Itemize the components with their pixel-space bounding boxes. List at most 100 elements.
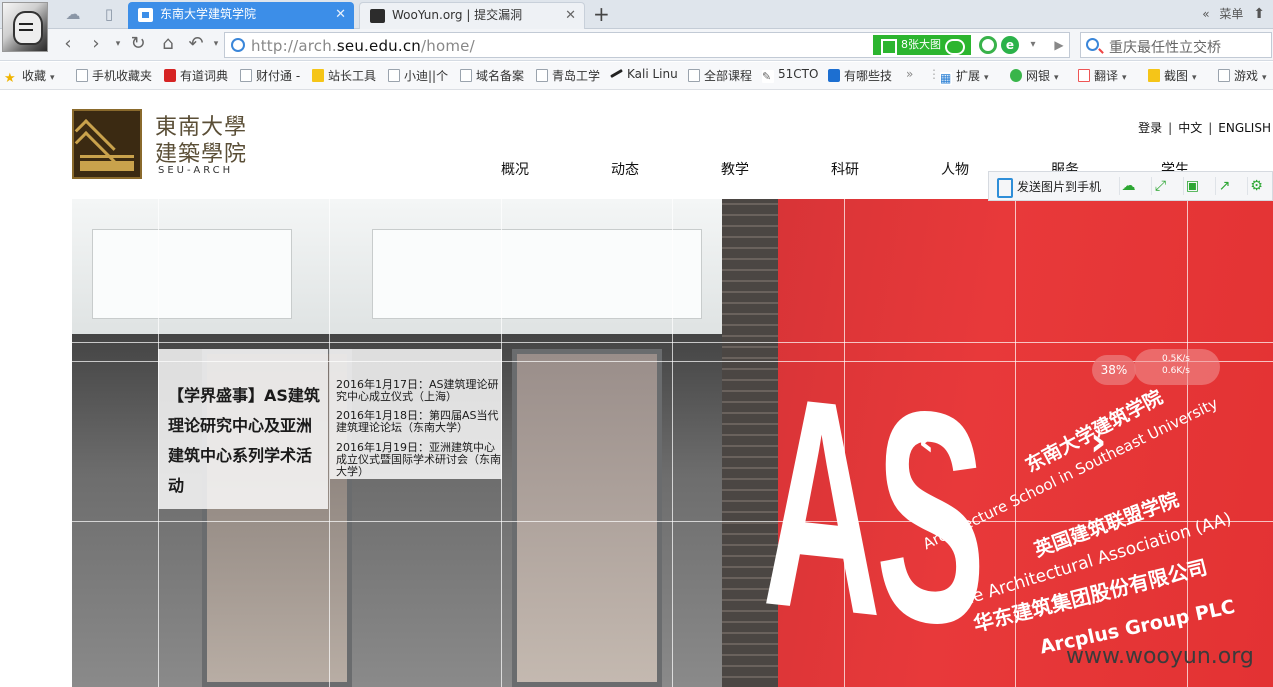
- network-speed-widget: 0.5K/s 0.6K/s: [1134, 349, 1220, 385]
- tab-seu-arch[interactable]: 东南大学建筑学院 ✕: [128, 2, 354, 29]
- menu-label[interactable]: 菜单: [1219, 7, 1243, 21]
- seu-arch-logo[interactable]: [72, 109, 142, 179]
- toolbar-screenshot[interactable]: 截图 ▾: [1148, 67, 1197, 84]
- toolbar-bank[interactable]: 网银 ▾: [1010, 67, 1059, 84]
- bookmark-item[interactable]: ✎ 51CTO: [762, 67, 818, 83]
- language-links: 登录 | 中文 | ENGLISH: [1138, 119, 1271, 136]
- separator: |: [1168, 121, 1173, 135]
- toolbar-extensions[interactable]: ▦ 扩展 ▾: [940, 67, 989, 85]
- image-count-badge[interactable]: 8张大图: [873, 35, 971, 55]
- grid-line: [158, 199, 159, 687]
- bookmark-item[interactable]: 小迪||个: [388, 67, 448, 84]
- grid-line: [72, 521, 1273, 522]
- wooyun-favicon-icon: [370, 9, 385, 23]
- pin-icon[interactable]: ⬆: [1253, 6, 1265, 22]
- search-icon: [1086, 38, 1099, 51]
- wall-big-letters: AS: [762, 331, 981, 687]
- event-item[interactable]: 2016年1月18日：第四届AS当代建筑理论论坛（东南大学）: [336, 410, 502, 434]
- home-icon[interactable]: ⌂: [156, 33, 180, 55]
- apps-icon: ▦: [940, 71, 952, 85]
- share-icon[interactable]: ↗: [1215, 177, 1233, 195]
- tab-label: WooYun.org | 提交漏洞: [392, 8, 523, 22]
- event-item[interactable]: 2016年1月17日：AS建筑理论研究中心成立仪式（上海）: [336, 379, 502, 403]
- new-tab-button[interactable]: +: [593, 2, 610, 26]
- tool-icon: ✎: [762, 70, 774, 83]
- image-toolbar: 发送图片到手机 ☁ ⤢ ▣ ↗ ⚙: [988, 171, 1273, 201]
- chevrons-left-icon[interactable]: «: [1202, 7, 1209, 21]
- bookmark-item[interactable]: 财付通 -: [240, 67, 300, 84]
- gear-icon[interactable]: ⚙: [1247, 177, 1265, 195]
- bank-icon: [1010, 69, 1022, 82]
- user-avatar[interactable]: [2, 2, 48, 52]
- bookmark-item[interactable]: 有哪些技: [828, 67, 892, 84]
- tab-wooyun[interactable]: WooYun.org | 提交漏洞 ✕: [359, 2, 585, 29]
- ie-icon[interactable]: e: [1001, 36, 1019, 54]
- translate-icon: [1078, 69, 1090, 82]
- nav-research[interactable]: 科研: [831, 159, 859, 179]
- chevron-down-icon: ▾: [50, 73, 55, 83]
- reload-icon[interactable]: ↻: [126, 33, 150, 55]
- window-menu[interactable]: « 菜单 ⬆: [1196, 5, 1265, 22]
- nav-news[interactable]: 动态: [611, 159, 639, 179]
- bookmark-item[interactable]: 全部课程: [688, 67, 752, 84]
- grid-line: [1187, 199, 1188, 687]
- search-input[interactable]: 重庆最任性立交桥: [1109, 37, 1221, 57]
- hero-slideshow[interactable]: AS 东南大学建筑学院 Architecture School in South…: [72, 199, 1273, 687]
- grid-line: [501, 199, 502, 687]
- close-icon[interactable]: ✕: [335, 2, 346, 27]
- chevron-down-icon: ▾: [1192, 73, 1197, 83]
- logo-bar: [80, 155, 134, 158]
- login-link[interactable]: 登录: [1138, 121, 1162, 135]
- lang-en-link[interactable]: ENGLISH: [1218, 121, 1271, 135]
- close-icon[interactable]: ✕: [565, 3, 576, 28]
- back-icon[interactable]: ‹: [56, 33, 80, 55]
- bookmarks-bar: ★ 收藏 ▾ 手机收藏夹 有道词典 财付通 - 站长工具 小迪||个 域名备案 青岛…: [0, 62, 1273, 90]
- cloud-icon[interactable]: ☁: [1119, 177, 1137, 195]
- page-icon: [76, 69, 88, 82]
- grid-line: [329, 199, 330, 687]
- upload-speed: 0.5K/s: [1162, 354, 1190, 364]
- page-icon: [388, 69, 400, 82]
- memory-percent-badge[interactable]: 38%: [1092, 355, 1136, 385]
- chevron-down-icon[interactable]: ▾: [1024, 36, 1042, 54]
- chevron-down-icon: ▾: [1122, 73, 1127, 83]
- bookmark-favorites[interactable]: ★ 收藏 ▾: [4, 67, 55, 85]
- next-slide-icon[interactable]: ›: [1090, 419, 1106, 465]
- share-icon[interactable]: [979, 36, 997, 54]
- screenshot-icon: [1148, 69, 1160, 82]
- expand-icon[interactable]: ⤢: [1151, 177, 1169, 195]
- nav-people[interactable]: 人物: [941, 159, 969, 179]
- nav-teaching[interactable]: 教学: [721, 159, 749, 179]
- event-title[interactable]: 【学界盛事】AS建筑理论研究中心及亚洲建筑中心系列学术活动: [168, 381, 323, 501]
- lang-zh-link[interactable]: 中文: [1178, 121, 1202, 135]
- bookmark-item[interactable]: 青岛工学: [536, 67, 600, 84]
- tab-label: 东南大学建筑学院: [160, 7, 257, 21]
- prev-slide-icon[interactable]: ‹: [918, 419, 934, 465]
- bookmark-item[interactable]: Kali Linu: [610, 67, 678, 81]
- nav-overview[interactable]: 概况: [501, 159, 529, 179]
- more-chevrons-icon[interactable]: »: [906, 67, 913, 81]
- zhihu-icon: [828, 69, 840, 82]
- search-box[interactable]: 重庆最任性立交桥: [1080, 32, 1272, 58]
- toolbar-games[interactable]: 游戏 ▾: [1218, 67, 1267, 84]
- logo-title-line2: 建築學院: [155, 142, 248, 167]
- event-item[interactable]: 2016年1月19日：亚洲建筑中心成立仪式暨国际学术研讨会（东南大学）: [336, 442, 502, 478]
- phone-icon[interactable]: ▯: [98, 5, 120, 23]
- save-icon[interactable]: ▣: [1183, 177, 1201, 195]
- go-icon[interactable]: ▶: [1050, 36, 1068, 54]
- separator: |: [1208, 121, 1213, 135]
- toolbar-translate[interactable]: 翻译 ▾: [1078, 67, 1127, 84]
- cloud-icon[interactable]: ☁: [62, 5, 84, 23]
- send-to-phone-button[interactable]: 发送图片到手机: [995, 178, 1101, 198]
- chevron-down-icon: ▾: [984, 73, 989, 83]
- page-icon: [536, 69, 548, 82]
- url-text[interactable]: http://arch.seu.edu.cn/home/: [251, 37, 475, 55]
- bookmark-item[interactable]: 站长工具: [312, 67, 376, 84]
- bookmark-item[interactable]: 域名备案: [460, 67, 524, 84]
- grid-line: [844, 199, 845, 687]
- page-icon: [688, 69, 700, 82]
- wooyun-watermark: www.wooyun.org: [1066, 644, 1254, 669]
- bookmark-item[interactable]: 手机收藏夹: [76, 67, 152, 84]
- bookmark-item[interactable]: 有道词典: [164, 67, 228, 84]
- forward-icon[interactable]: ›: [84, 33, 108, 55]
